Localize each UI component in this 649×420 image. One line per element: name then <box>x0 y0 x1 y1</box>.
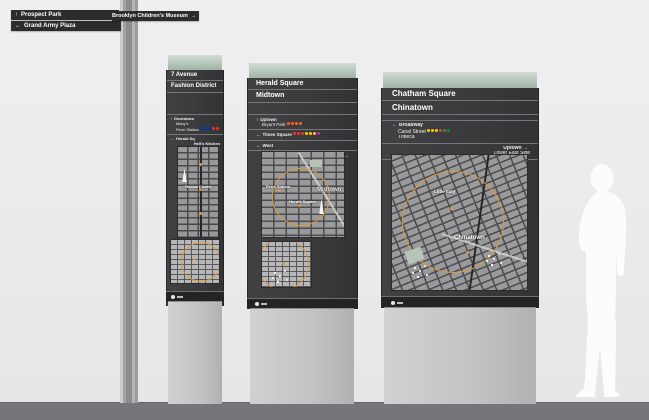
map-marker-dot <box>282 262 285 265</box>
destination-label: Broadway <box>399 123 423 128</box>
human-scale-silhouette <box>575 164 627 397</box>
map-district-label: Fashion District <box>184 184 212 189</box>
destination-label: Times Square <box>262 132 292 138</box>
pylon-title: Herald Square <box>248 78 357 90</box>
destination-label: Macy's <box>176 121 189 126</box>
destination-label: Tribeca <box>398 135 415 141</box>
pylon-top-cap <box>168 55 222 71</box>
map-marker-dot <box>278 189 281 192</box>
map-marker-dot <box>466 251 469 254</box>
pylon-subtitle: Fashion District <box>167 81 223 93</box>
subway-bullets <box>426 128 450 135</box>
pylon-title: 7 Avenue <box>167 70 223 81</box>
wayfinding-pylon-7-avenue: 7 Avenue Fashion District ↑ Downtown Macy… <box>166 55 224 404</box>
detail-map <box>262 242 311 287</box>
pylon-base-pedestal <box>250 308 354 404</box>
destination-label: Downtown <box>174 117 195 121</box>
silhouette-head <box>590 164 614 192</box>
pylon-subtitle: Chinatown <box>382 101 538 115</box>
wayfinding-pylon-chatham-square: Chatham Square Chinatown ← Broadway Canal… <box>381 72 539 404</box>
destination-label: Herald Sq <box>176 137 195 142</box>
right-arrow-icon: → <box>344 152 350 158</box>
map-avenue-line <box>200 147 202 237</box>
street-sign-pole <box>120 0 138 403</box>
finger-sign-label: Grand Army Plaza <box>24 22 76 29</box>
destination-label: Uptown <box>503 145 522 151</box>
neighborhood-map: Fashion District <box>178 147 218 237</box>
silhouette-crossed-arms <box>582 214 622 240</box>
pylon-base-pedestal <box>384 307 536 404</box>
map-marker-dot <box>193 258 196 261</box>
pylon-subtitle: Midtown <box>248 90 357 103</box>
pylon-base-pedestal <box>168 301 222 404</box>
up-arrow-icon: ↑ <box>170 117 172 121</box>
up-arrow-icon: ↑ <box>15 12 18 18</box>
detail-map <box>171 240 219 283</box>
pylon-top-cap <box>249 63 356 79</box>
finger-sign-label: Brooklyn Children's Museum <box>112 13 188 19</box>
right-arrow-icon: → <box>523 145 528 151</box>
map-building-specks <box>414 267 416 269</box>
left-arrow-icon: ← <box>15 22 21 29</box>
walknyc-logo-icon <box>255 302 267 306</box>
destination-label: Penn Station <box>176 126 199 132</box>
map-little-italy-label: Little Italy <box>434 189 456 194</box>
sidewalk-ground <box>0 402 649 420</box>
up-arrow-icon: ↑ <box>256 117 259 122</box>
walknyc-logo-icon <box>391 300 403 305</box>
map-penn-station-label: Penn Station <box>266 184 291 189</box>
neighborhood-map: Penn Station Herald Square Midtown <box>262 152 344 237</box>
left-arrow-icon: ← <box>170 137 174 142</box>
finger-sign-label: Prospect Park <box>21 12 62 18</box>
walking-radius-circle <box>272 168 330 226</box>
subway-bullets <box>199 126 220 132</box>
map-building-specks <box>274 272 276 274</box>
silhouette-feet <box>575 389 620 397</box>
walking-radius-circle <box>181 242 219 282</box>
map-marker-dot <box>199 211 202 215</box>
finger-sign-prospect-park: ↑ Prospect Park <box>11 10 119 20</box>
destination-label: West <box>262 142 274 148</box>
map-marker-dot <box>298 204 301 207</box>
pylon-title: Chatham Square <box>382 88 538 101</box>
map-building-specks <box>488 255 490 257</box>
destination-label: Canal Street <box>398 128 426 135</box>
right-arrow-icon: → <box>190 13 197 19</box>
left-arrow-icon: ← <box>392 123 397 128</box>
left-arrow-icon: ← <box>256 142 261 148</box>
map-midtown-label: Midtown <box>317 187 342 193</box>
subway-bullets <box>292 132 320 137</box>
destination-label: Bryant Park <box>262 122 286 128</box>
map-chinatown-label: Chinatown <box>454 235 485 241</box>
map-street-grid <box>178 147 218 237</box>
silhouette-torso <box>578 190 627 323</box>
map-marker-dot <box>450 207 453 210</box>
finger-sign-brooklyn-childrens-museum: Brooklyn Children's Museum → <box>112 11 199 21</box>
left-arrow-icon: ← <box>256 132 261 138</box>
silhouette-legs <box>582 319 616 395</box>
destination-section: ← Broadway Canal Street Tribeca <box>382 120 538 143</box>
subway-bullets <box>286 122 302 127</box>
street-signage-mockup-scene: ↑ Prospect Park ← Grand Army Plaza Brookly… <box>0 0 649 420</box>
destination-label: Hell's Kitchen <box>193 142 220 147</box>
map-herald-square-label: Herald Square <box>289 199 317 204</box>
wayfinding-pylon-herald-square: Herald Square Midtown ↑ Uptown Bryant Par… <box>247 63 358 404</box>
pylon-top-cap <box>383 72 537 89</box>
destination-section: ← West <box>248 139 357 150</box>
walking-radius-circle <box>262 242 309 287</box>
walknyc-logo-icon <box>171 295 183 299</box>
destination-section: ← Times Square <box>248 129 357 139</box>
destination-section: ↑ Uptown Bryant Park <box>248 114 357 129</box>
destination-section: ↑ Downtown Macy's Penn Station <box>167 114 223 134</box>
neighborhood-map: Little Italy Chinatown <box>392 155 527 290</box>
finger-sign-grand-army-plaza: ← Grand Army Plaza <box>11 20 121 31</box>
bryant-park-patch <box>310 160 322 167</box>
